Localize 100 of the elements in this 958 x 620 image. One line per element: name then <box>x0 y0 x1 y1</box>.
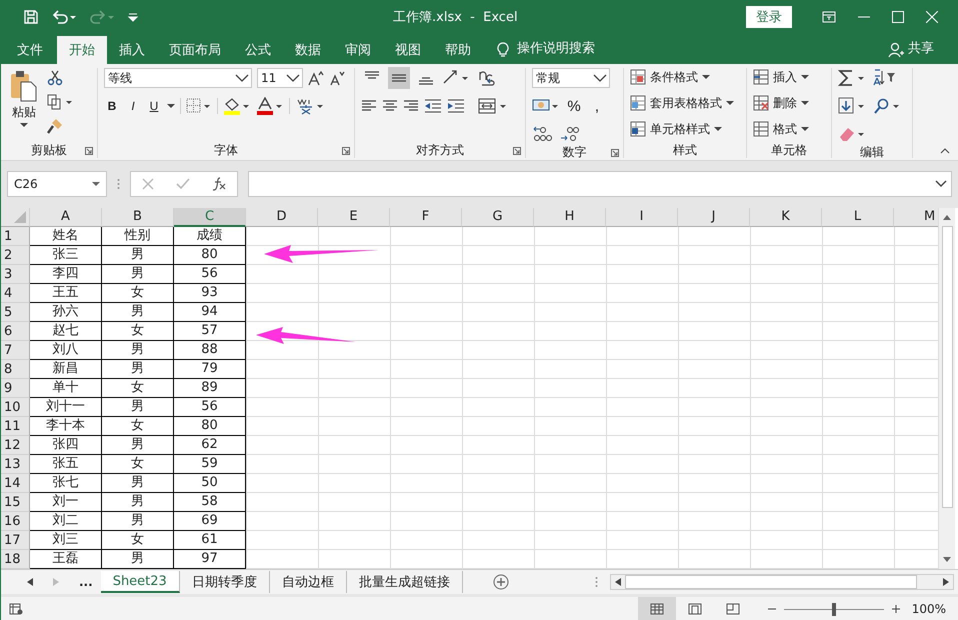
dialog-launcher-icon[interactable] <box>85 147 93 155</box>
caret-icon[interactable] <box>593 74 607 82</box>
percent-style-button[interactable]: % <box>565 97 583 115</box>
row-header[interactable]: 5 <box>1 303 30 322</box>
comma-style-button[interactable]: , <box>588 97 606 115</box>
checkmark-icon[interactable] <box>176 178 190 190</box>
column-header[interactable]: K <box>750 208 822 227</box>
sheet-tab[interactable]: 日期转季度 <box>180 571 270 593</box>
increase-indent-icon[interactable] <box>447 98 465 114</box>
row-header[interactable]: 2 <box>1 246 30 265</box>
name-box[interactable]: C26 <box>7 171 107 197</box>
row-header[interactable]: 6 <box>1 322 30 341</box>
login-button[interactable]: 登录 <box>746 6 792 28</box>
grow-font-icon[interactable] <box>308 70 324 86</box>
underline-button[interactable]: U <box>146 97 162 115</box>
ribbon-tab[interactable]: 开始 <box>57 36 107 64</box>
style-menu-button[interactable]: 条件格式 <box>630 68 734 86</box>
increase-decimal-icon[interactable] <box>532 125 554 143</box>
ribbon-tab[interactable]: 插入 <box>107 36 157 64</box>
table-style-icon[interactable] <box>630 69 646 85</box>
column-header[interactable]: J <box>678 208 750 227</box>
cells-menu-button[interactable]: 删除 <box>753 94 809 112</box>
row-header[interactable]: 18 <box>1 550 30 569</box>
row-header[interactable]: 3 <box>1 265 30 284</box>
shrink-font-icon[interactable] <box>329 70 345 86</box>
insert-function-icon[interactable] <box>212 177 226 191</box>
ribbon-tab[interactable]: 页面布局 <box>157 36 233 64</box>
view-layout-icon[interactable] <box>650 603 664 615</box>
horizontal-scrollbar[interactable] <box>610 574 954 590</box>
phonetic-guide-icon[interactable] <box>295 97 325 115</box>
cell-grid-icon[interactable] <box>753 95 769 111</box>
undo-icon[interactable] <box>51 9 77 25</box>
row-header[interactable]: 13 <box>1 455 30 474</box>
ribbon-tab[interactable]: 审阅 <box>333 36 383 64</box>
macro-record-icon[interactable] <box>9 603 23 615</box>
row-header[interactable]: 16 <box>1 512 30 531</box>
close-icon[interactable] <box>926 11 938 23</box>
dialog-launcher-icon[interactable] <box>513 147 521 155</box>
scroll-left-icon[interactable] <box>615 578 621 586</box>
ribbon-tab[interactable]: 文件 <box>1 36 57 64</box>
cells-menu-button[interactable]: 插入 <box>753 68 809 86</box>
decrease-indent-icon[interactable] <box>424 98 442 114</box>
bold-button[interactable]: B <box>104 97 120 115</box>
caret-icon[interactable] <box>20 123 28 127</box>
sheet-tab[interactable]: 自动边框 <box>270 571 347 593</box>
ribbon-tab[interactable]: 视图 <box>383 36 433 64</box>
row-header[interactable]: 9 <box>1 379 30 398</box>
scroll-up-icon[interactable] <box>943 214 951 220</box>
column-header[interactable]: H <box>534 208 606 227</box>
zoom-slider[interactable] <box>832 602 836 616</box>
number-format-dropdown[interactable]: 常规 <box>532 68 610 88</box>
zoom-level[interactable]: 100% <box>912 602 946 616</box>
share-button[interactable]: 共享 <box>908 39 934 57</box>
caret-icon[interactable] <box>801 101 809 105</box>
sheet-tab[interactable]: 批量生成超链接 <box>346 571 463 593</box>
cell-grid-icon[interactable] <box>753 69 769 85</box>
view-mode-button[interactable] <box>638 597 676 620</box>
row-header[interactable]: 1 <box>1 227 30 246</box>
maximize-icon[interactable] <box>892 11 904 23</box>
column-header[interactable]: D <box>246 208 318 227</box>
row-header[interactable]: 15 <box>1 493 30 512</box>
font-color-icon[interactable] <box>256 97 284 115</box>
person-icon[interactable] <box>888 42 904 58</box>
merge-cells-icon[interactable] <box>478 98 508 114</box>
ribbon-display-icon[interactable] <box>822 11 836 23</box>
style-menu-button[interactable]: 单元格样式 <box>630 120 734 138</box>
column-header[interactable]: L <box>822 208 894 227</box>
caret-icon[interactable] <box>714 127 722 131</box>
dropdown-caret-icon[interactable] <box>167 104 175 108</box>
table-style-icon[interactable] <box>630 121 646 137</box>
ribbon-tab[interactable]: 公式 <box>233 36 283 64</box>
view-layout-icon[interactable] <box>726 603 740 615</box>
sheet-tab[interactable]: Sheet23 <box>100 571 180 593</box>
row-header[interactable]: 7 <box>1 341 30 360</box>
format-painter-icon[interactable] <box>47 118 63 134</box>
decrease-decimal-icon[interactable] <box>559 125 581 143</box>
row-header[interactable]: 4 <box>1 284 30 303</box>
caret-icon[interactable] <box>235 74 249 82</box>
caret-icon[interactable] <box>286 74 300 82</box>
scroll-down-icon[interactable] <box>943 557 951 563</box>
more-sheets-button[interactable]: ... <box>79 575 93 589</box>
row-header[interactable]: 14 <box>1 474 30 493</box>
row-header[interactable]: 11 <box>1 417 30 436</box>
formula-input[interactable] <box>248 171 952 197</box>
collapse-ribbon-icon[interactable] <box>940 148 950 154</box>
row-header[interactable]: 17 <box>1 531 30 550</box>
paste-button[interactable]: 粘贴 <box>7 68 41 142</box>
ribbon-tab[interactable]: 帮助 <box>433 36 483 64</box>
column-header[interactable]: G <box>462 208 534 227</box>
cells-menu-button[interactable]: 格式 <box>753 120 809 138</box>
fill-bucket-icon[interactable] <box>223 97 251 115</box>
column-header[interactable]: F <box>390 208 462 227</box>
table-style-icon[interactable] <box>630 95 646 111</box>
cut-scissors-icon[interactable] <box>47 70 63 86</box>
caret-icon[interactable] <box>726 101 734 105</box>
caret-icon[interactable] <box>702 75 710 79</box>
font-name-dropdown[interactable]: 等线 <box>104 68 252 88</box>
dialog-launcher-icon[interactable] <box>342 147 350 155</box>
column-header[interactable]: C <box>174 208 246 227</box>
italic-button[interactable]: I <box>125 97 141 115</box>
